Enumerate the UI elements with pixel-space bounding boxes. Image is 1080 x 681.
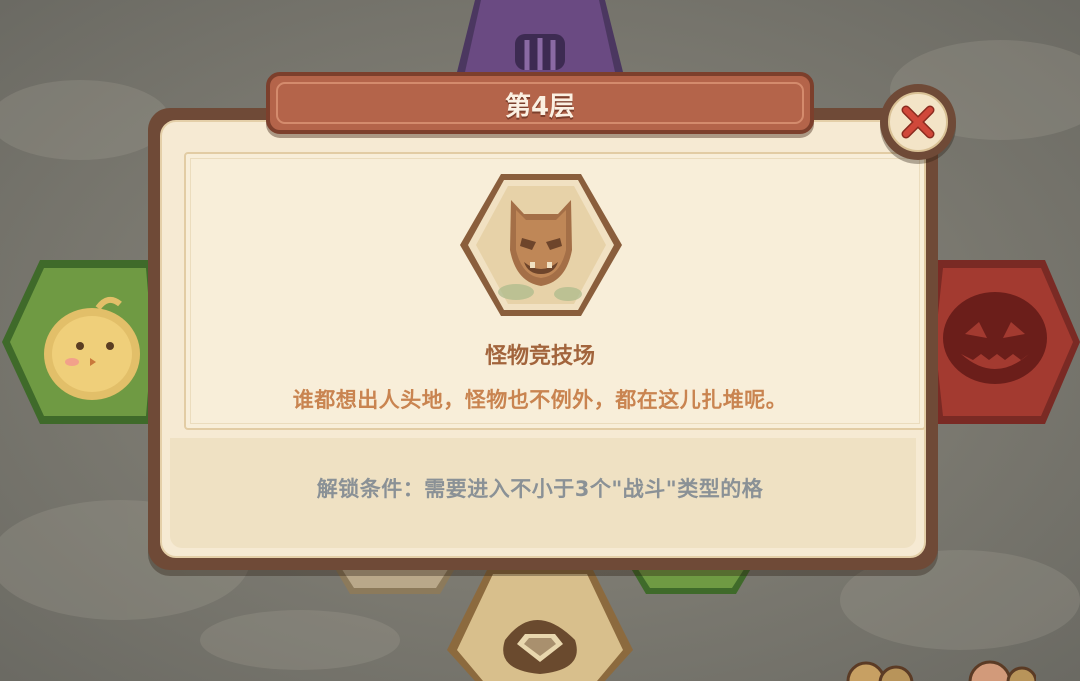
unlock-condition: 解锁条件：需要进入不小于3个"战斗"类型的格 xyxy=(316,477,764,501)
bottom-treasure-tile[interactable] xyxy=(445,560,635,681)
close-x-icon xyxy=(901,105,935,139)
stage-description: 谁都想出人头地，怪物也不例外，都在这儿扎堆呢。 xyxy=(292,388,788,412)
stage-name: 怪物竞技场 xyxy=(484,344,595,369)
player-avatar-icon[interactable] xyxy=(966,652,1036,681)
title-banner: 第4层 xyxy=(266,72,814,134)
close-button[interactable] xyxy=(880,84,956,160)
monster-mask-icon xyxy=(460,174,622,316)
dialog-title: 第4层 xyxy=(504,92,576,122)
player-avatar-icon[interactable] xyxy=(846,655,916,681)
